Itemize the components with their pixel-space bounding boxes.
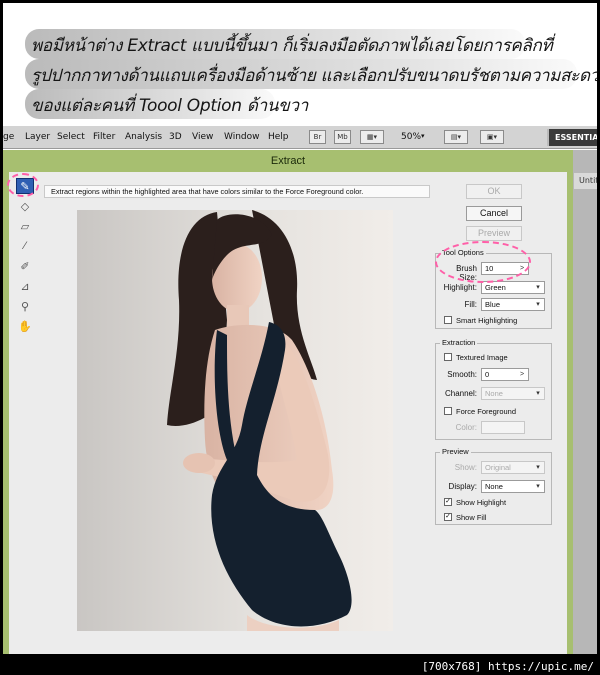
show-label: Show: <box>454 463 477 472</box>
highlight-select[interactable]: Green ▾ <box>481 281 545 294</box>
annotation-circle <box>435 241 531 283</box>
menu-3d[interactable]: 3D <box>169 132 182 142</box>
channel-value: None <box>485 389 503 398</box>
caption-line-3: ของแต่ละคนที่ Toool Option ด้านขวา <box>31 96 308 116</box>
channel-select[interactable]: None ▾ <box>481 387 545 400</box>
bridge-button[interactable]: Br <box>309 130 326 144</box>
menu-filter[interactable]: Filter <box>93 132 115 142</box>
extract-toolbar: ✎ ◇ ▱ ⁄ ✐ ⊿ ⚲ ✋ <box>12 178 36 338</box>
workspace-switcher[interactable]: ESSENTIAL <box>547 129 597 146</box>
show-select[interactable]: Original ▾ <box>481 461 545 474</box>
fill-label: Fill: <box>464 300 477 309</box>
eraser-icon[interactable]: ▱ <box>16 218 34 234</box>
display-value: None <box>485 482 503 491</box>
document-tab[interactable]: Untit <box>574 173 597 189</box>
smart-highlighting-checkbox[interactable] <box>444 316 452 324</box>
color-swatch[interactable] <box>481 421 525 434</box>
tutorial-card: พอมีหน้าต่าง Extract แบบนี้ขึ้นมา ก็เริ่… <box>3 3 597 654</box>
mini-bridge-button[interactable]: Mb <box>334 130 351 144</box>
textured-image-label: Textured Image <box>456 353 508 362</box>
menu-bar: ge Layer Select Filter Analysis 3D View … <box>3 126 597 149</box>
highlight-value: Green <box>485 283 506 292</box>
annotation-circle <box>7 173 39 197</box>
menu-layer[interactable]: Layer <box>25 132 50 142</box>
fill-select[interactable]: Blue ▾ <box>481 298 545 311</box>
channel-label: Channel: <box>444 389 477 398</box>
menu-window[interactable]: Window <box>224 132 260 142</box>
fill-bucket-icon[interactable]: ◇ <box>16 198 34 214</box>
chevron-down-icon[interactable]: ▾ <box>532 299 544 310</box>
caption-line-2: รูปปากกาทางด้านแถบเครื่องมือด้านซ้าย และ… <box>31 66 597 86</box>
preview-canvas[interactable] <box>77 210 393 631</box>
tutorial-caption: พอมีหน้าต่าง Extract แบบนี้ขึ้นมา ก็เริ่… <box>3 3 597 121</box>
show-highlight-checkbox[interactable]: ✓ <box>444 498 452 506</box>
document-area <box>573 150 597 654</box>
preview-group-title: Preview <box>440 447 471 456</box>
textured-image-checkbox[interactable] <box>444 353 452 361</box>
cancel-button[interactable]: Cancel <box>466 206 522 221</box>
arrange-documents-icon[interactable]: ▤▾ <box>444 130 468 144</box>
zoom-icon[interactable]: ⚲ <box>16 298 34 314</box>
ok-button[interactable]: OK <box>466 184 522 199</box>
chevron-down-icon[interactable]: ▾ <box>532 282 544 293</box>
image-frame: พอมีหน้าต่าง Extract แบบนี้ขึ้นมา ก็เริ่… <box>0 0 600 675</box>
display-select[interactable]: None ▾ <box>481 480 545 493</box>
caption-line-1: พอมีหน้าต่าง Extract แบบนี้ขึ้นมา ก็เริ่… <box>31 36 553 56</box>
model-photo <box>77 210 393 631</box>
color-label: Color: <box>455 423 477 432</box>
chevron-down-icon[interactable]: ▾ <box>532 462 544 473</box>
view-extras-icon[interactable]: ▦▾ <box>360 130 384 144</box>
preview-button[interactable]: Preview <box>466 226 522 241</box>
chevron-right-icon[interactable]: > <box>516 369 528 380</box>
display-label: Display: <box>448 482 477 491</box>
smooth-label: Smooth: <box>447 370 477 379</box>
chevron-down-icon[interactable]: ▾ <box>532 388 544 399</box>
chevron-down-icon[interactable]: ▾ <box>532 481 544 492</box>
extraction-group: Extraction Textured Image Smooth: 0 > Ch… <box>435 338 552 440</box>
fill-value: Blue <box>485 300 501 309</box>
menu-image[interactable]: ge <box>3 132 14 142</box>
hand-icon[interactable]: ✋ <box>16 318 34 334</box>
smart-highlighting-label: Smart Highlighting <box>456 316 518 325</box>
instruction-text: Extract regions within the highlighted a… <box>44 185 430 198</box>
show-highlight-label: Show Highlight <box>456 498 507 507</box>
force-foreground-label: Force Foreground <box>456 407 517 416</box>
menu-view[interactable]: View <box>192 132 213 142</box>
menu-select[interactable]: Select <box>57 132 85 142</box>
cleanup-icon[interactable]: ✐ <box>16 258 34 274</box>
eyedropper-icon[interactable]: ⁄ <box>16 238 34 254</box>
show-value: Original <box>485 463 511 472</box>
preview-group: Preview Show: Original ▾ Display: None ▾… <box>435 447 552 525</box>
edge-touchup-icon[interactable]: ⊿ <box>16 278 34 294</box>
smooth-field[interactable]: 0 > <box>481 368 529 381</box>
smooth-value: 0 <box>485 370 490 379</box>
highlight-label: Highlight: <box>443 283 477 292</box>
dialog-title: Extract <box>3 150 573 172</box>
force-foreground-checkbox[interactable] <box>444 407 452 415</box>
image-watermark: [700x768] https://upic.me/ <box>421 660 594 673</box>
screen-mode-icon[interactable]: ▣▾ <box>480 130 504 144</box>
extraction-title: Extraction <box>440 338 478 347</box>
menu-analysis[interactable]: Analysis <box>125 132 162 142</box>
show-fill-checkbox[interactable]: ✓ <box>444 513 452 521</box>
show-fill-label: Show Fill <box>456 513 487 522</box>
zoom-level[interactable]: 50% <box>401 132 421 142</box>
menu-help[interactable]: Help <box>268 132 289 142</box>
chevron-down-icon[interactable]: ▾ <box>421 132 425 140</box>
